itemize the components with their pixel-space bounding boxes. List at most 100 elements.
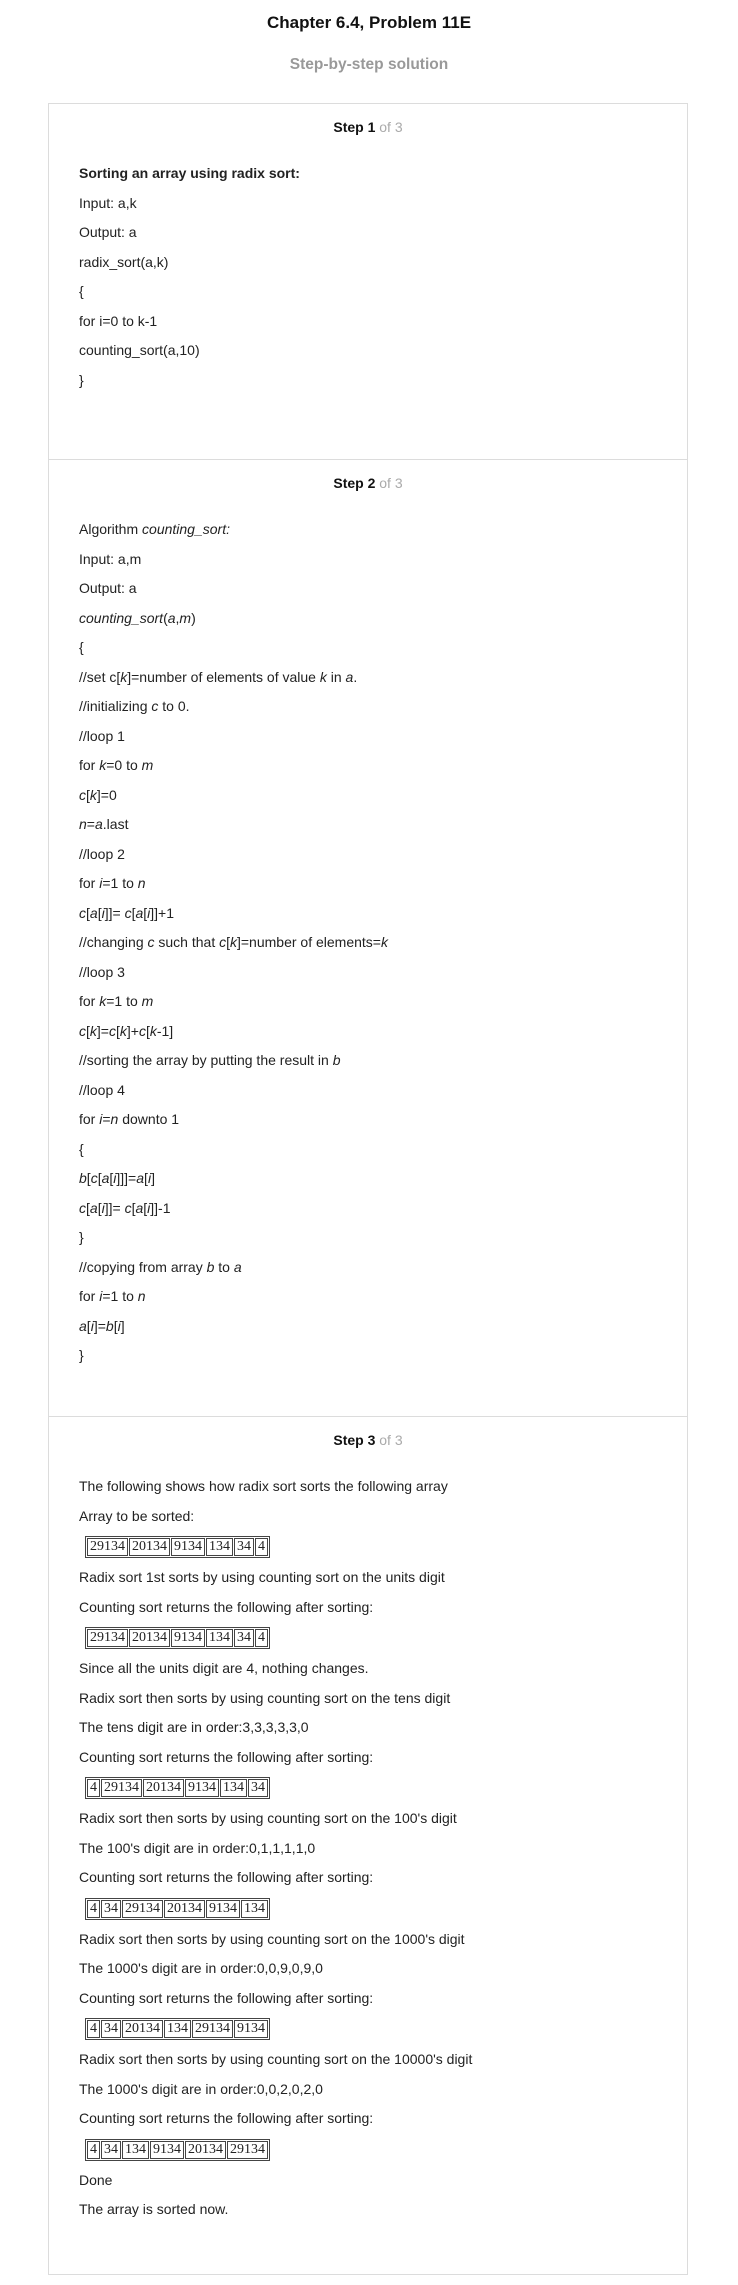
text-line: The 1000's digit are in order:0,0,2,0,2,… [79, 2080, 323, 2097]
step-label: Step 3 [333, 1432, 376, 1448]
step-3-body: The following shows how radix sort sorts… [49, 1449, 687, 2218]
code-line: Algorithm counting_sort: [79, 521, 230, 537]
array-cell: 29134 [101, 1779, 142, 1797]
code-line: counting_sort(a,10) [79, 342, 200, 358]
text-line: Counting sort returns the following afte… [79, 1869, 374, 1885]
code-line: for k=0 to m [79, 757, 154, 773]
code-line: c[k]=0 [79, 786, 117, 803]
array-table: 4 34 20134 134 29134 9134 [85, 2018, 270, 2040]
code-line: //changing c such that c[k]=number of el… [79, 934, 388, 950]
code-line: for i=1 to n [79, 875, 146, 891]
text-line: Counting sort returns the following afte… [79, 2110, 374, 2126]
code-line: a[i]=b[i] [79, 1317, 125, 1334]
array-cell: 34 [101, 1899, 121, 1918]
array-cell: 9134 [150, 2140, 184, 2159]
array-cell: 9134 [171, 1538, 205, 1556]
step-2-body: Algorithm counting_sort: Input: a,m Outp… [49, 492, 687, 1364]
code-line: { [79, 1140, 84, 1157]
code-line: c[a[i]]= c[a[i]]-1 [79, 1199, 171, 1216]
array-cell: 4 [87, 1779, 100, 1797]
step-3-header: Step 3 of 3 [49, 1431, 687, 1449]
array-cell: 4 [255, 1538, 268, 1556]
code-line: } [79, 371, 84, 388]
array-cell: 34 [234, 1538, 254, 1556]
array-cell: 29134 [87, 1538, 128, 1556]
code-line: c[a[i]]= c[a[i]]+1 [79, 904, 175, 921]
step-1: Step 1 of 3 Sorting an array using radix… [49, 118, 687, 459]
text-line: Counting sort returns the following afte… [79, 1989, 374, 2006]
array-cell: 4 [87, 1899, 100, 1918]
section-heading: Sorting an array using radix sort: [79, 165, 300, 181]
code-line: } [79, 1347, 84, 1363]
text-line: The 1000's digit are in order:0,0,9,0,9,… [79, 1960, 323, 1976]
array-cell: 9134 [234, 2020, 268, 2038]
code-line: //loop 3 [79, 963, 125, 980]
step-label: Step 2 [333, 475, 376, 491]
text-line: Radix sort then sorts by using counting … [79, 1810, 457, 1826]
step-2-header: Step 2 of 3 [49, 474, 687, 492]
code-line: //set c[k]=number of elements of value k… [79, 668, 358, 685]
step-count: of 3 [379, 119, 403, 135]
array-cell: 134 [206, 1538, 233, 1556]
code-line: { [79, 639, 84, 655]
text-line: Radix sort then sorts by using counting … [79, 2051, 473, 2067]
solution-steps: Step 1 of 3 Sorting an array using radix… [48, 103, 688, 2275]
text-line: Radix sort then sorts by using counting … [79, 1689, 451, 1706]
step-1-body: Sorting an array using radix sort: Input… [49, 136, 687, 389]
text-line: Counting sort returns the following afte… [79, 1748, 374, 1765]
array-cell: 134 [220, 1779, 247, 1797]
array-cell: 29134 [192, 2020, 233, 2038]
code-line: Output: a [79, 580, 137, 596]
array-cell: 134 [206, 1629, 233, 1647]
code-line: //sorting the array by putting the resul… [79, 1052, 341, 1068]
code-line: counting_sort(a,m) [79, 609, 196, 626]
code-line: //copying from array b to a [79, 1258, 242, 1275]
array-cell: 20134 [129, 1538, 170, 1556]
code-line: //initializing c to 0. [79, 698, 190, 714]
step-label: Step 1 [333, 119, 376, 135]
code-line: //loop 2 [79, 845, 125, 862]
code-line: for k=1 to m [79, 993, 154, 1009]
array-cell: 34 [101, 2140, 121, 2159]
code-line: for i=1 to n [79, 1288, 146, 1304]
array-cell: 34 [248, 1779, 268, 1797]
array-cell: 20134 [164, 1899, 205, 1918]
text-line: Counting sort returns the following afte… [79, 1598, 374, 1615]
array-cell: 29134 [87, 1629, 128, 1647]
array-table: 29134 20134 9134 134 34 4 [85, 1627, 270, 1649]
code-line: //loop 1 [79, 727, 125, 744]
code-line: for i=0 to k-1 [79, 312, 158, 329]
array-cell: 4 [255, 1629, 268, 1647]
array-cell: 20134 [122, 2020, 163, 2038]
array-cell: 20134 [185, 2140, 226, 2159]
array-cell: 20134 [143, 1779, 184, 1797]
text-line: The following shows how radix sort sorts… [79, 1478, 448, 1494]
text-line: The array is sorted now. [79, 2201, 229, 2217]
array-cell: 9134 [206, 1899, 240, 1918]
array-cell: 9134 [171, 1629, 205, 1647]
array-cell: 134 [164, 2020, 191, 2038]
array-table: 29134 20134 9134 134 34 4 [85, 1536, 270, 1558]
step-3: Step 3 of 3 The following shows how radi… [49, 1416, 687, 2274]
text-line: The 100's digit are in order:0,1,1,1,1,0 [79, 1839, 316, 1856]
array-table: 4 34 29134 20134 9134 134 [85, 1897, 270, 1920]
page-subtitle: Step-by-step solution [289, 56, 449, 73]
array-cell: 4 [87, 2020, 100, 2038]
text-line: Since all the units digit are 4, nothing… [79, 1660, 369, 1676]
array-cell: 34 [234, 1629, 254, 1647]
array-cell: 134 [122, 2140, 149, 2159]
array-cell: 29134 [122, 1899, 163, 1918]
code-line: for i=n downto 1 [79, 1111, 180, 1127]
step-count: of 3 [379, 475, 403, 491]
text-line: Radix sort then sorts by using counting … [79, 1930, 465, 1947]
code-line: Input: a,k [79, 194, 137, 211]
step-1-header: Step 1 of 3 [49, 118, 687, 136]
code-line: { [79, 283, 84, 299]
code-line: radix_sort(a,k) [79, 253, 169, 270]
code-line: n=a.last [79, 816, 129, 832]
code-line: Input: a,m [79, 550, 142, 567]
array-cell: 20134 [129, 1629, 170, 1647]
page-title: Chapter 6.4, Problem 11E [266, 13, 472, 32]
code-line: b[c[a[i]]]=a[i] [79, 1170, 155, 1186]
code-line: } [79, 1229, 84, 1245]
